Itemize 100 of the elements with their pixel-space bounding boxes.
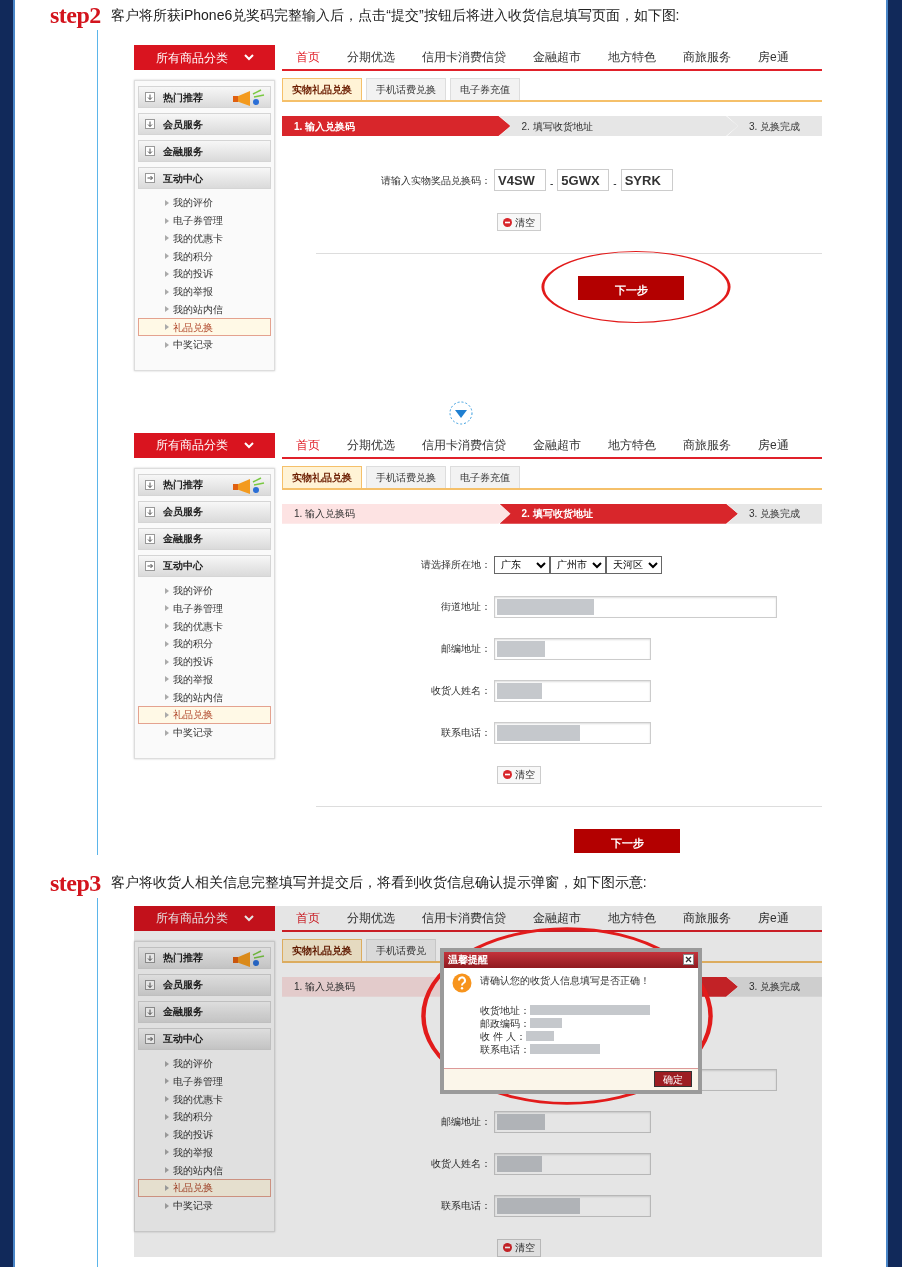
nav-link[interactable]: 信用卡消费信贷 (422, 432, 506, 457)
sidebar-item[interactable]: 我的站内信 (138, 300, 271, 319)
sidebar-item[interactable]: 我的评价 (138, 194, 271, 212)
region-select[interactable]: 天河区 (606, 555, 662, 574)
tab[interactable]: 电子券充值 (450, 78, 520, 100)
sidebar-group[interactable]: 互动中心 (138, 167, 271, 189)
bullet-icon (165, 729, 169, 736)
category-button[interactable]: 所有商品分类 (134, 905, 275, 931)
sidebar-item[interactable]: 中奖记录 (138, 723, 271, 742)
nav-link[interactable]: 金融超市 (533, 905, 581, 930)
region-select[interactable]: 广东 (494, 555, 550, 574)
category-button[interactable]: 所有商品分类 (134, 432, 275, 458)
text-field[interactable] (494, 679, 651, 702)
sidebar-item[interactable]: 我的举报 (138, 282, 271, 301)
sidebar-item[interactable]: 我的积分 (138, 1108, 271, 1126)
tab[interactable]: 电子券充值 (450, 465, 520, 488)
clear-button[interactable]: 清空 (497, 213, 541, 231)
sidebar-item[interactable]: 我的投诉 (138, 265, 271, 283)
text-field[interactable] (494, 1152, 651, 1175)
sidebar-item[interactable]: 我的积分 (138, 635, 271, 653)
field-label: 请选择所在地： (420, 558, 492, 573)
sidebar-item[interactable]: 我的优惠卡 (138, 617, 271, 635)
sidebar-item[interactable]: 我的投诉 (138, 1125, 271, 1144)
sidebar-group[interactable]: 会员服务 (138, 113, 271, 135)
sidebar-item[interactable]: 中奖记录 (138, 336, 271, 354)
clear-button[interactable]: 清空 (497, 765, 541, 784)
text-field[interactable] (494, 721, 651, 744)
nav-link[interactable]: 金融超市 (533, 45, 581, 69)
confirm-button[interactable]: 确定 (654, 1071, 692, 1088)
code-input[interactable]: 5GWX (557, 169, 610, 191)
sidebar-item[interactable]: 我的站内信 (138, 1161, 271, 1179)
sidebar-group[interactable]: 热门推荐 (138, 946, 271, 969)
text-field[interactable] (494, 637, 651, 660)
sidebar-item[interactable]: 我的评价 (138, 1054, 271, 1073)
sidebar-item[interactable]: 我的优惠卡 (138, 229, 271, 248)
nav-link[interactable]: 金融超市 (533, 432, 581, 457)
text-field[interactable] (494, 1110, 651, 1133)
next-button[interactable]: 下一步 (574, 828, 680, 853)
collapse-icon (145, 173, 155, 183)
sidebar-item[interactable]: 我的优惠卡 (138, 1090, 271, 1108)
nav-link[interactable]: 分期优选 (347, 45, 395, 69)
bullet-icon (165, 235, 169, 242)
tab[interactable]: 实物礼品兑换 (282, 78, 362, 100)
next-button[interactable]: 下一步 (578, 276, 684, 300)
nav-link[interactable]: 房e通 (758, 905, 789, 930)
nav-link[interactable]: 首页 (296, 45, 320, 69)
sidebar-item[interactable]: 礼品兑换 (138, 706, 271, 724)
nav-link[interactable]: 房e通 (758, 45, 789, 69)
sidebar-item[interactable]: 我的举报 (138, 1143, 271, 1162)
nav-link[interactable]: 地方特色 (608, 45, 656, 69)
nav-link[interactable]: 商旅服务 (683, 45, 731, 69)
nav-link[interactable]: 地方特色 (608, 432, 656, 457)
sidebar-group[interactable]: 互动中心 (138, 554, 271, 577)
sidebar-item[interactable]: 电子券管理 (138, 599, 271, 618)
code-input[interactable]: SYRK (620, 169, 673, 191)
nav-link[interactable]: 分期优选 (347, 905, 395, 930)
tab[interactable]: 实物礼品兑换 (282, 465, 362, 488)
sidebar-item[interactable]: 电子券管理 (138, 211, 271, 230)
sidebar-group[interactable]: 金融服务 (138, 140, 271, 162)
sidebar-group[interactable]: 会员服务 (138, 973, 271, 996)
tab[interactable]: 手机话费兑换 (366, 78, 446, 100)
sidebar-item[interactable]: 礼品兑换 (138, 1179, 271, 1197)
tab[interactable]: 手机话费兑换 (366, 465, 446, 488)
clear-button[interactable]: 清空 (497, 1238, 541, 1257)
nav-link[interactable]: 房e通 (758, 432, 789, 457)
tab[interactable]: 实物礼品兑换 (282, 938, 362, 961)
redacted-value (530, 1018, 562, 1029)
sidebar-item[interactable]: 电子券管理 (138, 1072, 271, 1091)
nav-link[interactable]: 商旅服务 (683, 905, 731, 930)
sidebar-item[interactable]: 我的评价 (138, 581, 271, 600)
sidebar-group[interactable]: 热门推荐 (138, 473, 271, 496)
sidebar-group[interactable]: 热门推荐 (138, 86, 271, 108)
sidebar-group[interactable]: 金融服务 (138, 527, 271, 550)
text-field[interactable] (494, 595, 777, 618)
code-input[interactable]: V4SW (494, 169, 546, 191)
text-field[interactable] (494, 1194, 651, 1217)
separator: - (550, 176, 554, 191)
nav-link[interactable]: 地方特色 (608, 905, 656, 930)
sidebar-group[interactable]: 会员服务 (138, 500, 271, 523)
bullet-icon (165, 217, 169, 224)
category-button[interactable]: 所有商品分类 (134, 45, 275, 70)
region-select[interactable]: 广州市 (550, 555, 606, 574)
nav-link[interactable]: 信用卡消费信贷 (422, 45, 506, 69)
sidebar-item[interactable]: 我的举报 (138, 670, 271, 689)
tab[interactable]: 手机话费兑 (366, 938, 436, 961)
expand-icon (145, 119, 155, 129)
sidebar-item[interactable]: 我的积分 (138, 247, 271, 265)
sidebar-item[interactable]: 我的站内信 (138, 688, 271, 706)
sidebar-group[interactable]: 互动中心 (138, 1027, 271, 1050)
sidebar-item[interactable]: 中奖记录 (138, 1196, 271, 1215)
nav-link[interactable]: 首页 (296, 432, 320, 457)
nav-link[interactable]: 信用卡消费信贷 (422, 905, 506, 930)
nav-link[interactable]: 分期优选 (347, 432, 395, 457)
field-label: 联系电话： (440, 726, 492, 741)
nav-link[interactable]: 商旅服务 (683, 432, 731, 457)
sidebar-group[interactable]: 金融服务 (138, 1000, 271, 1023)
sidebar-item[interactable]: 我的投诉 (138, 652, 271, 671)
close-button[interactable] (683, 954, 694, 966)
nav-link[interactable]: 首页 (296, 905, 320, 930)
sidebar-item[interactable]: 礼品兑换 (138, 318, 271, 336)
